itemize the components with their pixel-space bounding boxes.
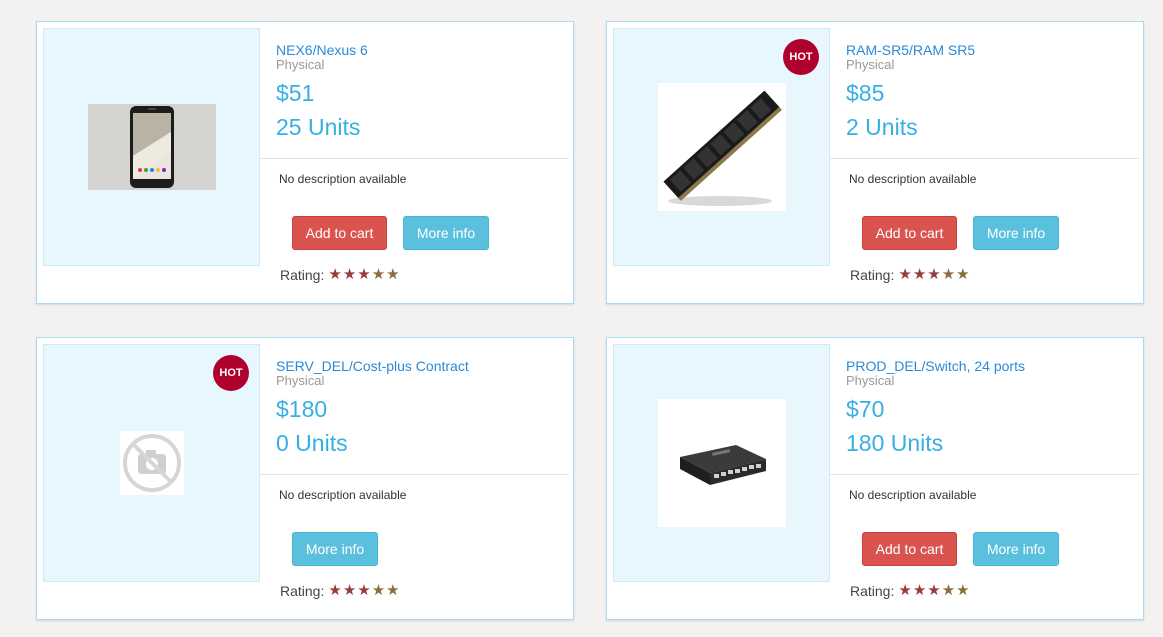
rating: Rating: ★ ★ ★ ★ ★ [850,267,971,283]
product-price: $85 [846,80,885,106]
rating-stars: ★ ★ ★ ★ ★ [328,582,400,599]
product-name-link[interactable]: PROD_DEL/Switch, 24 ports [846,359,1137,374]
star-icon: ★ [342,266,357,283]
add-to-cart-button[interactable]: Add to cart [292,216,387,250]
add-to-cart-button[interactable]: Add to cart [862,532,957,566]
more-info-button[interactable]: More info [292,532,378,566]
product-name-link[interactable]: RAM-SR5/RAM SR5 [846,43,1137,58]
product-type: Physical [846,373,895,388]
rating-label: Rating: [850,267,895,283]
rating: Rating: ★ ★ ★ ★ ★ [850,583,971,599]
product-description: No description available [849,172,977,186]
rating-label: Rating: [280,583,325,599]
product-units: 180 Units [846,430,944,456]
product-description: No description available [279,172,407,186]
product-card: HOT RAM-SR5/RAM SR5 Physical $85 2 Units… [606,21,1144,304]
product-units: 2 Units [846,114,918,140]
product-info: NEX6/Nexus 6 Physical $51 25 Units [276,43,567,141]
product-card: NEX6/Nexus 6 Physical $51 25 Units No de… [36,21,574,304]
no-image-camera-icon [119,431,184,495]
product-description: No description available [279,488,407,502]
more-info-button[interactable]: More info [403,216,489,250]
product-image-panel[interactable] [43,28,260,266]
star-icon: ★ [927,266,941,283]
star-icon: ★ [371,582,386,599]
product-card: HOT SERV_DEL/Cost-plus Contract Physical… [36,337,574,620]
rating-stars: ★ ★ ★ ★ ★ [898,266,970,283]
product-type: Physical [276,57,325,72]
star-icon: ★ [912,266,927,283]
star-icon: ★ [941,266,956,283]
star-icon: ★ [328,266,342,283]
product-info: RAM-SR5/RAM SR5 Physical $85 2 Units [846,43,1137,141]
network-switch-image [657,399,786,527]
rating: Rating: ★ ★ ★ ★ ★ [280,583,401,599]
star-icon: ★ [898,582,912,599]
phone-image [87,104,216,190]
rating-stars: ★ ★ ★ ★ ★ [328,266,400,283]
product-price: $51 [276,80,315,106]
product-type: Physical [276,373,325,388]
product-image-panel[interactable] [613,344,830,582]
star-icon: ★ [927,582,941,599]
star-icon: ★ [956,266,970,283]
product-units: 0 Units [276,430,348,456]
product-type: Physical [846,57,895,72]
product-price: $180 [276,396,328,422]
star-icon: ★ [357,266,371,283]
star-icon: ★ [371,266,386,283]
more-info-button[interactable]: More info [973,216,1059,250]
star-icon: ★ [386,266,400,283]
product-price: $70 [846,396,885,422]
star-icon: ★ [342,582,357,599]
rating-label: Rating: [850,583,895,599]
rating: Rating: ★ ★ ★ ★ ★ [280,267,401,283]
product-card: PROD_DEL/Switch, 24 ports Physical $70 1… [606,337,1144,620]
product-info: SERV_DEL/Cost-plus Contract Physical $18… [276,359,567,457]
star-icon: ★ [328,582,342,599]
hot-badge: HOT [213,355,249,391]
divider [830,158,1139,159]
star-icon: ★ [898,266,912,283]
product-name-link[interactable]: SERV_DEL/Cost-plus Contract [276,359,567,374]
rating-label: Rating: [280,267,325,283]
product-description: No description available [849,488,977,502]
divider [260,474,569,475]
product-info: PROD_DEL/Switch, 24 ports Physical $70 1… [846,359,1137,457]
star-icon: ★ [956,582,970,599]
divider [260,158,569,159]
ram-module-image [657,83,786,211]
divider [830,474,1139,475]
more-info-button[interactable]: More info [973,532,1059,566]
star-icon: ★ [386,582,400,599]
star-icon: ★ [912,582,927,599]
star-icon: ★ [941,582,956,599]
rating-stars: ★ ★ ★ ★ ★ [898,582,970,599]
hot-badge: HOT [783,39,819,75]
add-to-cart-button[interactable]: Add to cart [862,216,957,250]
star-icon: ★ [357,582,371,599]
product-name-link[interactable]: NEX6/Nexus 6 [276,43,567,58]
product-units: 25 Units [276,114,361,140]
